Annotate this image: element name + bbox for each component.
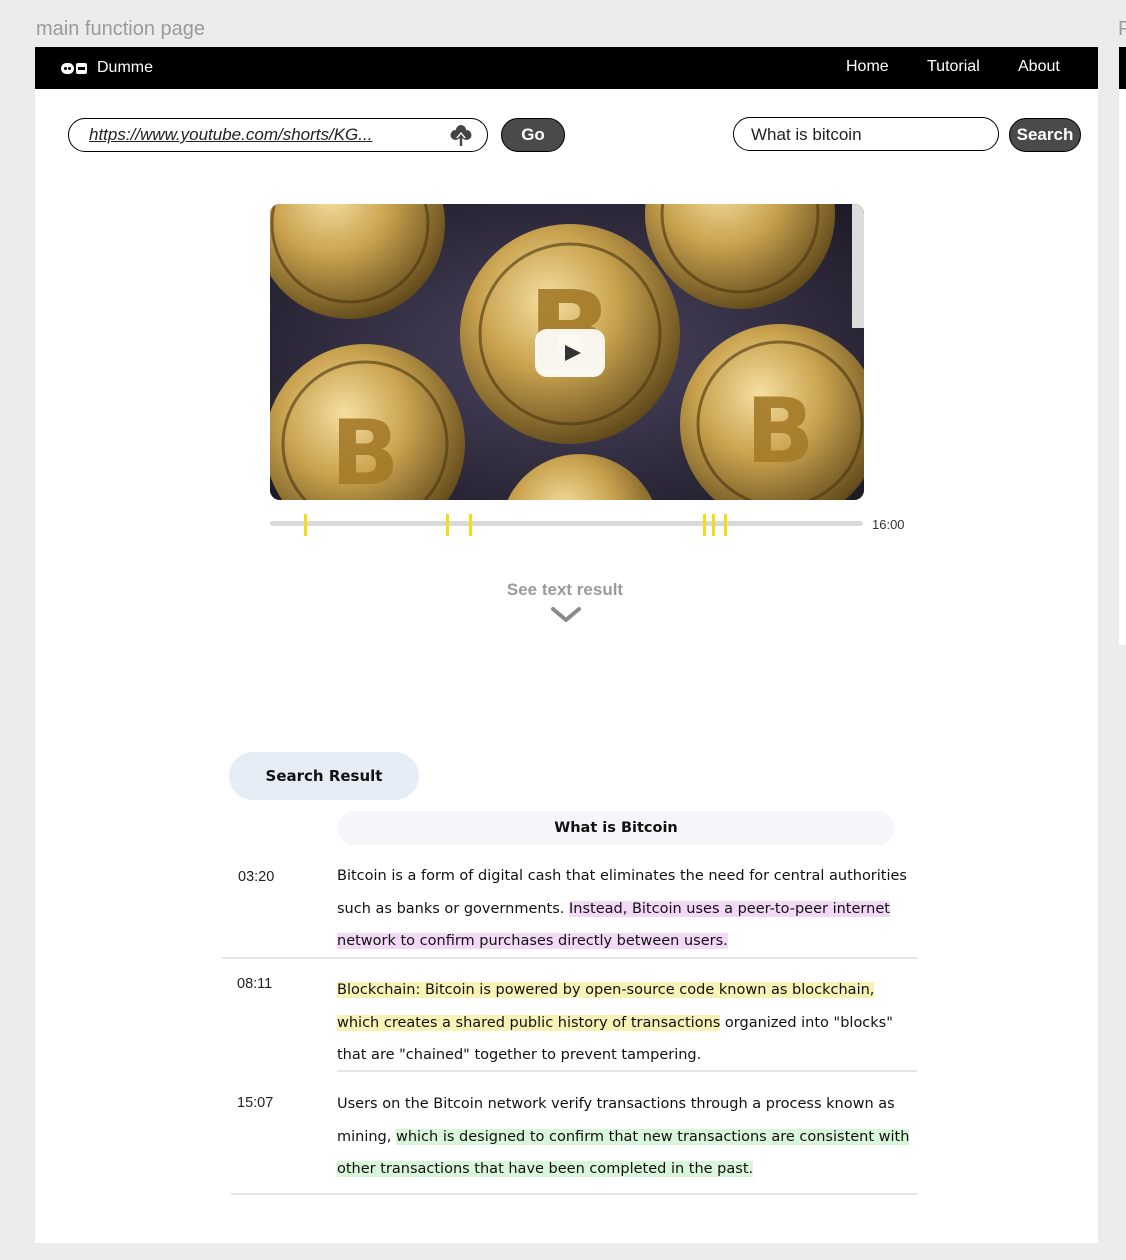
result-divider (222, 957, 917, 959)
nav-home[interactable]: Home (846, 58, 889, 76)
result-divider (337, 1070, 917, 1072)
result-timestamp[interactable]: 08:11 (237, 976, 272, 992)
timeline-marker[interactable] (303, 514, 307, 536)
tab-search-result[interactable]: Search Result (229, 752, 419, 800)
svg-text:B: B (331, 401, 400, 500)
search-button[interactable]: Search (1009, 118, 1081, 152)
result-text: Blockchain: Bitcoin is powered by open-s… (337, 982, 893, 1063)
result-divider (231, 1193, 917, 1195)
brand-logo[interactable]: Dumme (61, 59, 153, 77)
svg-text:B: B (746, 379, 815, 484)
upload-icon[interactable] (449, 123, 473, 153)
nav-about[interactable]: About (1018, 58, 1060, 76)
result-highlight: which is designed to confirm that new tr… (337, 1128, 910, 1177)
play-button[interactable] (535, 329, 605, 377)
timeline-marker[interactable] (711, 514, 715, 536)
result-timestamp[interactable]: 03:20 (238, 869, 274, 885)
logo-icon (61, 62, 87, 74)
video-player[interactable]: B B B (270, 204, 864, 500)
brand-name: Dumme (97, 59, 154, 76)
timeline-marker[interactable] (468, 514, 472, 536)
search-input[interactable]: What is bitcoin (733, 117, 999, 151)
result-query-header: What is Bitcoin (338, 811, 894, 845)
timeline-marker[interactable] (724, 514, 728, 536)
go-button[interactable]: Go (501, 118, 565, 152)
result-timestamp[interactable]: 15:07 (237, 1095, 273, 1111)
adjacent-frame (1119, 47, 1126, 645)
video-timeline[interactable] (270, 521, 863, 526)
video-duration: 16:00 (872, 517, 905, 532)
search-query-value: What is bitcoin (751, 125, 862, 144)
video-url-input[interactable]: https://www.youtube.com/shorts/KG... (68, 118, 488, 152)
timeline-marker[interactable] (702, 514, 706, 536)
result-text: Bitcoin is a form of digital cash that e… (337, 868, 907, 949)
result-text: Users on the Bitcoin network verify tran… (337, 1096, 910, 1177)
main-frame: Dumme Home Tutorial About https://www.yo… (35, 47, 1098, 1243)
frame-label: main function page (36, 18, 206, 40)
video-url-value: https://www.youtube.com/shorts/KG... (89, 125, 373, 144)
nav-tutorial[interactable]: Tutorial (927, 58, 980, 76)
see-text-result-link[interactable]: See text result (465, 580, 665, 600)
timeline-marker[interactable] (445, 514, 449, 536)
frame-label-secondary: P (1118, 18, 1126, 40)
navbar: Dumme Home Tutorial About (35, 47, 1098, 89)
chevron-down-icon[interactable] (551, 607, 581, 623)
